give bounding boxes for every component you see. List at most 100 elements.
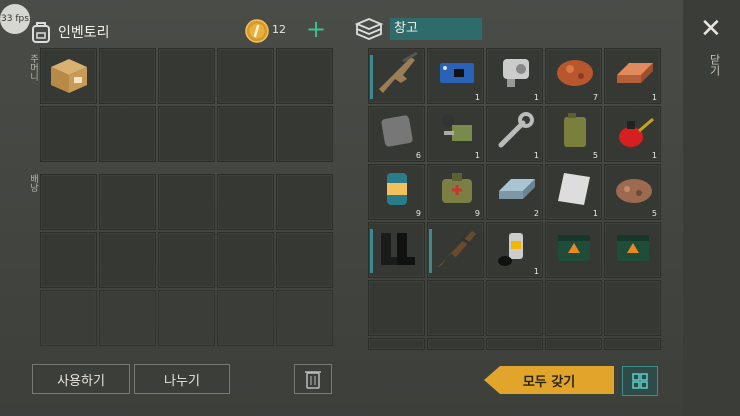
backpack-slot[interactable] bbox=[40, 174, 97, 230]
storage-grid: 117161151992151 bbox=[368, 48, 661, 350]
use-button[interactable]: 사용하기 bbox=[32, 364, 130, 394]
backpack-slot[interactable] bbox=[158, 232, 215, 288]
boots-icon bbox=[373, 223, 421, 275]
storage-slot[interactable]: 1 bbox=[427, 106, 484, 162]
backpack-slot[interactable] bbox=[99, 174, 156, 230]
cardboard-box-icon bbox=[50, 58, 87, 93]
item-quantity: 1 bbox=[474, 93, 480, 102]
metal-plate-icon bbox=[373, 107, 421, 159]
storage-slot[interactable]: 7 bbox=[545, 48, 602, 104]
storage-slot[interactable] bbox=[545, 222, 602, 278]
add-coins-button[interactable]: + bbox=[306, 14, 326, 44]
storage-slot-empty[interactable] bbox=[604, 338, 661, 350]
fps-counter: 33 fps bbox=[0, 4, 30, 34]
assault-rifle-icon bbox=[373, 49, 421, 101]
pocket-slot[interactable] bbox=[40, 106, 97, 162]
storage-slot[interactable]: 2 bbox=[486, 164, 543, 220]
storage-slot[interactable]: 5 bbox=[545, 106, 602, 162]
storage-slot[interactable]: 1 bbox=[604, 106, 661, 162]
split-button[interactable]: 나누기 bbox=[134, 364, 230, 394]
storage-slot[interactable]: 1 bbox=[427, 48, 484, 104]
spray-can-icon bbox=[491, 223, 539, 275]
coin-count: 12 bbox=[272, 23, 286, 36]
storage-slot[interactable] bbox=[368, 222, 425, 278]
pocket-slot[interactable] bbox=[158, 48, 215, 104]
storage-slot[interactable]: 1 bbox=[486, 106, 543, 162]
aluminum-sheet-icon bbox=[550, 165, 598, 217]
close-icon[interactable]: ✕ bbox=[700, 14, 722, 44]
item-quantity: 6 bbox=[415, 151, 421, 160]
ammo-box-icon bbox=[550, 223, 598, 275]
backpack-slot-locked bbox=[158, 290, 215, 346]
steel-ingot-icon bbox=[491, 165, 539, 217]
storage-slot[interactable]: 1 bbox=[545, 164, 602, 220]
backpack-slot[interactable] bbox=[217, 174, 274, 230]
backpack-slot-locked bbox=[40, 290, 97, 346]
storage-slot-empty[interactable] bbox=[545, 280, 602, 336]
item-quantity: 5 bbox=[592, 151, 598, 160]
storage-slot-empty[interactable] bbox=[368, 280, 425, 336]
storage-slot-empty[interactable] bbox=[545, 338, 602, 350]
item-quantity: 2 bbox=[533, 209, 539, 218]
trash-button[interactable] bbox=[294, 364, 332, 394]
storage-slot[interactable]: 6 bbox=[368, 106, 425, 162]
storage-slot[interactable]: 9 bbox=[368, 164, 425, 220]
backpack-slot[interactable] bbox=[276, 174, 333, 230]
backpack-label: 배낭 bbox=[28, 174, 38, 192]
engine-part-icon bbox=[491, 49, 539, 101]
item-quantity: 5 bbox=[651, 209, 657, 218]
take-all-button[interactable]: 모두 갖기 bbox=[484, 366, 614, 394]
pocket-slot[interactable] bbox=[40, 48, 97, 104]
pocket-slot[interactable] bbox=[99, 106, 156, 162]
storage-slot[interactable]: 1 bbox=[486, 48, 543, 104]
pocket-slot[interactable] bbox=[276, 48, 333, 104]
storage-slot-empty[interactable] bbox=[368, 338, 425, 350]
pipe-parts-icon bbox=[432, 107, 480, 159]
storage-header: 창고 bbox=[354, 16, 482, 42]
storage-slot-empty[interactable] bbox=[486, 338, 543, 350]
item-quantity: 9 bbox=[474, 209, 480, 218]
storage-slot-empty[interactable] bbox=[427, 338, 484, 350]
storage-boxes-icon bbox=[354, 18, 384, 40]
pocket-slot[interactable] bbox=[158, 106, 215, 162]
storage-slot-empty[interactable] bbox=[604, 280, 661, 336]
backpack-slot-locked bbox=[99, 290, 156, 346]
backpack-slot[interactable] bbox=[158, 174, 215, 230]
circuit-board-icon bbox=[432, 49, 480, 101]
storage-slot[interactable] bbox=[368, 48, 425, 104]
backpack-slot[interactable] bbox=[99, 232, 156, 288]
backpack-slot-locked bbox=[276, 290, 333, 346]
backpack-slot-locked bbox=[217, 290, 274, 346]
trash-icon bbox=[305, 371, 321, 389]
backpack-slot[interactable] bbox=[217, 232, 274, 288]
storage-slot[interactable] bbox=[427, 222, 484, 278]
item-quantity: 1 bbox=[592, 209, 598, 218]
backpack-slot[interactable] bbox=[276, 232, 333, 288]
storage-slot[interactable]: 1 bbox=[604, 48, 661, 104]
coin-icon bbox=[245, 19, 269, 43]
storage-slot[interactable]: 1 bbox=[486, 222, 543, 278]
grid-view-button[interactable] bbox=[622, 366, 658, 396]
pocket-slot[interactable] bbox=[217, 106, 274, 162]
item-quantity: 7 bbox=[592, 93, 598, 102]
backpack-slot[interactable] bbox=[40, 232, 97, 288]
grid-view-icon bbox=[632, 373, 648, 389]
item-quantity: 1 bbox=[533, 267, 539, 276]
backpack-grid bbox=[40, 174, 333, 346]
wrench-icon bbox=[491, 107, 539, 159]
backpack-icon bbox=[32, 22, 50, 43]
storage-slot[interactable] bbox=[604, 222, 661, 278]
jerry-can-icon bbox=[550, 107, 598, 159]
pocket-grid bbox=[40, 48, 333, 162]
copper-ingot-icon bbox=[609, 49, 657, 101]
storage-slot[interactable]: 5 bbox=[604, 164, 661, 220]
storage-slot-empty[interactable] bbox=[427, 280, 484, 336]
pocket-slot[interactable] bbox=[217, 48, 274, 104]
item-quantity: 9 bbox=[415, 209, 421, 218]
storage-slot-empty[interactable] bbox=[486, 280, 543, 336]
oil-can-icon bbox=[609, 107, 657, 159]
close-label[interactable]: 닫기 bbox=[706, 54, 722, 76]
storage-slot[interactable]: 9 bbox=[427, 164, 484, 220]
pocket-slot[interactable] bbox=[99, 48, 156, 104]
pocket-slot[interactable] bbox=[276, 106, 333, 162]
